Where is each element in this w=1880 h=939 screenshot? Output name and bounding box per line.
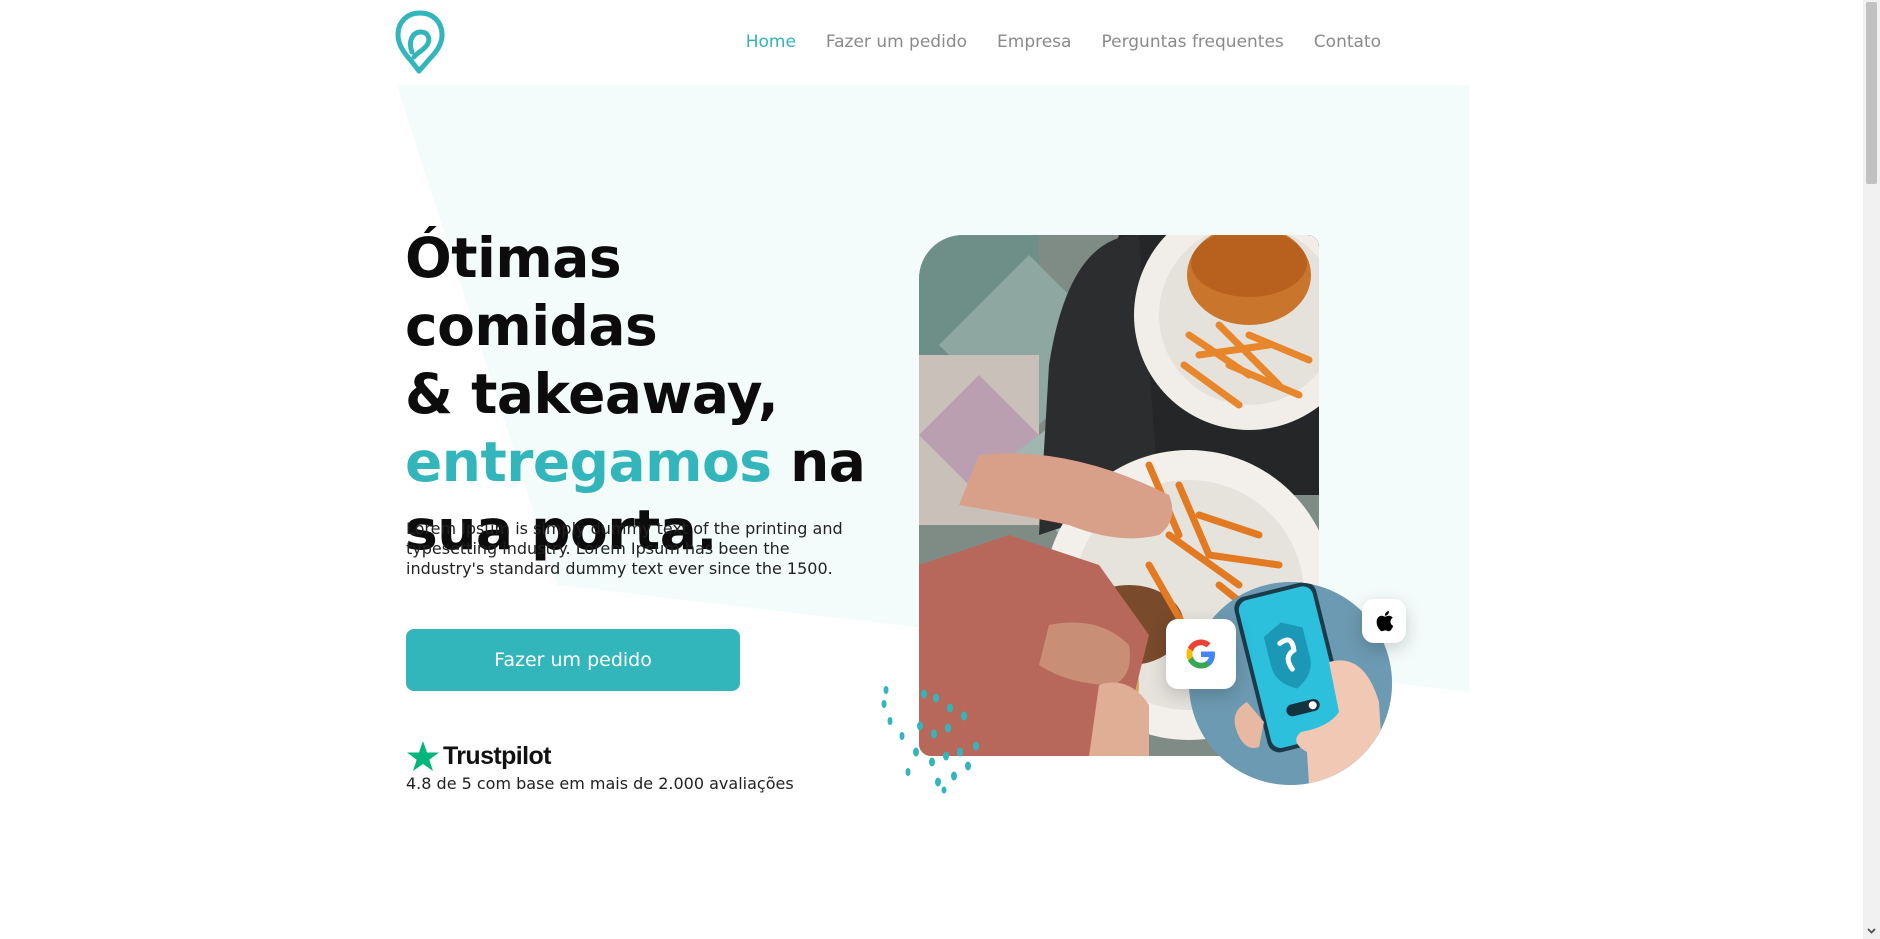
- hero-headline: Ótimas comidas & takeaway, entregamos na…: [405, 224, 875, 564]
- chevron-down-icon[interactable]: [1867, 926, 1876, 935]
- headline-line-1: Ótimas comidas: [405, 226, 658, 358]
- app-store-badge[interactable]: [1362, 599, 1406, 643]
- nav-item-home[interactable]: Home: [746, 32, 796, 52]
- trustpilot-score: 4.8 de 5 com base em mais de 2.000 avali…: [406, 774, 794, 793]
- hero-description: Lorem Ipsum is simply dummy text of the …: [406, 519, 843, 578]
- headline-accent: entregamos: [405, 430, 772, 494]
- google-icon: [1186, 639, 1215, 669]
- headline-line-2: & takeaway,: [405, 362, 779, 426]
- order-button[interactable]: Fazer um pedido: [406, 629, 740, 691]
- nav-item-order[interactable]: Fazer um pedido: [826, 32, 967, 52]
- trustpilot-star-icon: [407, 741, 439, 771]
- headline-line-3-rest: na: [771, 430, 866, 494]
- page-scrollbar[interactable]: [1863, 0, 1880, 939]
- nav-item-company[interactable]: Empresa: [997, 32, 1071, 52]
- scrollbar-thumb[interactable]: [1866, 2, 1877, 184]
- trustpilot-logo[interactable]: Trustpilot: [406, 740, 794, 772]
- location-pin-icon[interactable]: [394, 10, 446, 74]
- nav-item-faq[interactable]: Perguntas frequentes: [1101, 32, 1283, 52]
- google-play-badge[interactable]: [1166, 619, 1236, 689]
- trustpilot-rating: Trustpilot 4.8 de 5 com base em mais de …: [406, 740, 794, 793]
- main-nav: Home Fazer um pedido Empresa Perguntas f…: [746, 32, 1381, 52]
- decorative-dots: [881, 686, 979, 794]
- apple-icon: [1376, 611, 1394, 632]
- trustpilot-brand: Trustpilot: [443, 741, 551, 770]
- landing-page: Home Fazer um pedido Empresa Perguntas f…: [0, 0, 1880, 939]
- nav-item-contact[interactable]: Contato: [1314, 32, 1381, 52]
